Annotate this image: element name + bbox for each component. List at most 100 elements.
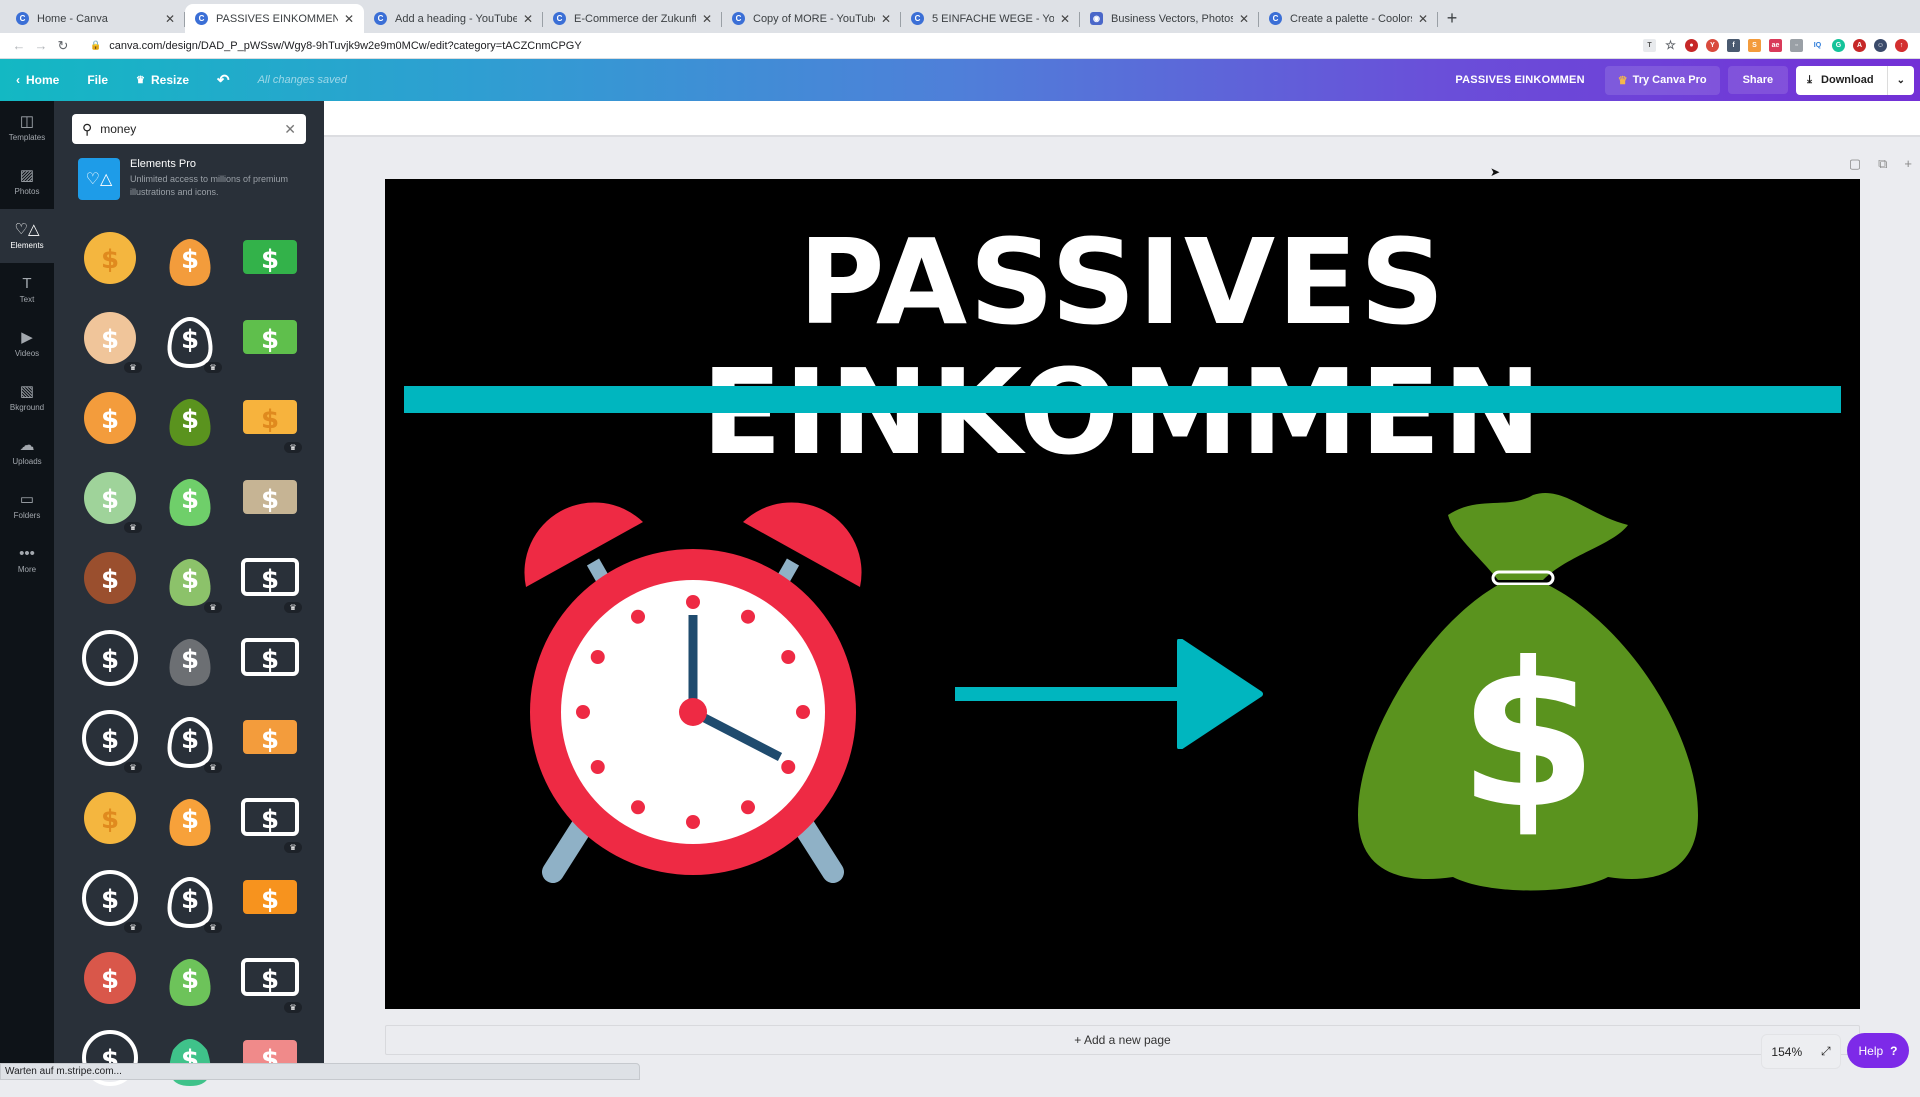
element-thumbnail-orange-coin[interactable]: $ (230, 857, 310, 937)
profile-avatar[interactable]: ☺ (1874, 39, 1887, 52)
url-field[interactable]: 🔒 canva.com/design/DAD_P_pWSsw/Wgy8-9hTu… (90, 40, 1643, 52)
element-thumbnail-growth-chart-coin[interactable]: $ (230, 217, 310, 297)
element-thumbnail-dollar-ring[interactable]: $ ♛ (70, 697, 150, 777)
element-thumbnail-dollar-circle-gray[interactable]: $ (150, 617, 230, 697)
element-thumbnail-money-pattern[interactable]: $ ♛ (70, 457, 150, 537)
browser-tab[interactable]: C 5 EINFACHE WEGE - YouTube ✕ (901, 4, 1080, 33)
add-page-icon[interactable]: + (1904, 156, 1912, 172)
element-thumbnail-raining-money[interactable]: $ ♛ (150, 537, 230, 617)
element-thumbnail-bill-outline-green[interactable]: $ (150, 1017, 230, 1097)
browser-tab[interactable]: C E-Commerce der Zukunft - You ✕ (543, 4, 722, 33)
resize-button[interactable]: ♛ Resize (136, 73, 189, 87)
close-tab-icon[interactable]: ✕ (1060, 12, 1070, 26)
close-tab-icon[interactable]: ✕ (1239, 12, 1249, 26)
element-thumbnail-money-bags-outline[interactable]: $ ♛ (230, 777, 310, 857)
element-thumbnail-bill-stack[interactable]: $ ♛ (70, 857, 150, 937)
element-thumbnail-dollar-sign[interactable]: $ (70, 217, 150, 297)
rail-item-bkground[interactable]: ▧ Bkground (0, 371, 54, 425)
element-thumbnail-bill-coins-outline[interactable]: $ ♛ (150, 857, 230, 937)
rail-item-text[interactable]: T Text (0, 263, 54, 317)
element-thumbnail-bag-hand-over[interactable]: $ (70, 537, 150, 617)
element-thumbnail-cash-with-coin[interactable]: $ (150, 937, 230, 1017)
facebook-extension-icon[interactable]: f (1727, 39, 1740, 52)
rail-item-elements[interactable]: ♡△ Elements (0, 209, 54, 263)
extension-icon[interactable]: Y (1706, 39, 1719, 52)
element-thumbnail-piggy-bank-hand[interactable]: $ (230, 1017, 310, 1097)
adblock-icon[interactable]: A (1853, 39, 1866, 52)
elements-pro-promo[interactable]: ♡△ Elements Pro Unlimited access to mill… (78, 158, 308, 202)
extension-icon[interactable]: ● (1685, 39, 1698, 52)
undo-button[interactable]: ↶ (217, 71, 230, 89)
rail-item-photos[interactable]: ▨ Photos (0, 155, 54, 209)
duplicate-page-icon[interactable]: ⧉ (1878, 156, 1887, 172)
close-tab-icon[interactable]: ✕ (165, 12, 175, 26)
url-text[interactable]: canva.com/design/DAD_P_pWSsw/Wgy8-9hTuvj… (109, 40, 581, 52)
home-button[interactable]: ‹ Home (16, 73, 59, 87)
element-thumbnail-envelope-cash[interactable]: $ (70, 777, 150, 857)
element-thumbnail-banknotes[interactable]: $ (230, 297, 310, 377)
rail-item-folders[interactable]: ▭ Folders (0, 479, 54, 533)
browser-tab[interactable]: C Copy of MORE - YouTube Thum ✕ (722, 4, 901, 33)
back-icon[interactable]: ← (8, 38, 30, 53)
design-canvas[interactable]: PASSIVES EINKOMMEN $ (385, 179, 1860, 1009)
element-thumbnail-plant-hands-outline[interactable]: $ ♛ (230, 937, 310, 1017)
close-tab-icon[interactable]: ✕ (881, 12, 891, 26)
grammarly-icon[interactable]: G (1832, 39, 1845, 52)
right-arrow-graphic[interactable] (955, 639, 1265, 749)
element-thumbnail-coin-pile[interactable]: $ (70, 1017, 150, 1097)
browser-tab[interactable]: C PASSIVES EINKOMMEN - YouT ✕ (185, 4, 364, 33)
iq-extension-icon[interactable]: IQ (1811, 39, 1824, 52)
page-notes-icon[interactable]: ▢ (1849, 156, 1861, 172)
element-thumbnail-hand-giving-cash[interactable]: $ (150, 457, 230, 537)
element-thumbnail-money-bag-outline[interactable]: $ ♛ (150, 297, 230, 377)
close-tab-icon[interactable]: ✕ (344, 12, 354, 26)
element-thumbnail-gold-coins[interactable]: $ (150, 777, 230, 857)
browser-tab[interactable]: C Add a heading - YouTube Thum ✕ (364, 4, 543, 33)
zoom-level[interactable]: 154% (1771, 1045, 1802, 1059)
rail-item-templates[interactable]: ◫ Templates (0, 101, 54, 155)
extension-icon[interactable]: S (1748, 39, 1761, 52)
help-button[interactable]: Help ? (1847, 1033, 1909, 1068)
clear-search-icon[interactable]: ✕ (284, 121, 296, 138)
share-button[interactable]: Share (1727, 66, 1789, 94)
extension-icon[interactable]: ▫ (1790, 39, 1803, 52)
element-thumbnail-beige-money-bag[interactable]: $ (230, 457, 310, 537)
forward-icon[interactable]: → (30, 38, 52, 53)
alarm-clock-graphic[interactable] (518, 487, 868, 887)
download-options-chevron-icon[interactable]: ⌄ (1888, 66, 1914, 95)
bookmark-star-icon[interactable]: ☆ (1664, 39, 1677, 52)
document-title[interactable]: PASSIVES EINKOMMEN (1455, 74, 1584, 86)
element-thumbnail-green-money-bag[interactable]: $ (150, 377, 230, 457)
download-button[interactable]: ⤓ Download (1796, 65, 1888, 95)
zoom-control[interactable]: 154% ⤢ (1762, 1035, 1840, 1068)
close-tab-icon[interactable]: ✕ (1418, 12, 1428, 26)
teal-divider-bar[interactable] (404, 386, 1841, 413)
element-thumbnail-purse[interactable]: $ (70, 937, 150, 1017)
close-tab-icon[interactable]: ✕ (702, 12, 712, 26)
browser-tab[interactable]: ◉ Business Vectors, Photos and ✕ (1080, 4, 1259, 33)
element-thumbnail-piggy-bank[interactable]: $ (70, 617, 150, 697)
browser-tab[interactable]: C Home - Canva ✕ (6, 4, 185, 33)
element-thumbnail-hand-coin-stack-outline[interactable]: $ ♛ (150, 697, 230, 777)
extension-icon[interactable]: ae (1769, 39, 1782, 52)
close-tab-icon[interactable]: ✕ (523, 12, 533, 26)
browser-tab[interactable]: C Create a palette - Coolors ✕ (1259, 4, 1438, 33)
element-thumbnail-money-plant-hands[interactable]: $ ♛ (70, 297, 150, 377)
element-thumbnail-hand-coins-stack[interactable]: $ (70, 377, 150, 457)
reload-icon[interactable]: ↻ (52, 38, 74, 54)
element-thumbnail-coin-rising-arrow[interactable]: $ (230, 697, 310, 777)
element-thumbnail-coins-in-hand[interactable]: $ (150, 217, 230, 297)
add-new-page-button[interactable]: + Add a new page (385, 1025, 1860, 1055)
update-icon[interactable]: ↑ (1895, 39, 1908, 52)
element-thumbnail-coin-stack[interactable]: $ ♛ (230, 377, 310, 457)
rail-item-more[interactable]: ••• More (0, 533, 54, 587)
rail-item-videos[interactable]: ▶ Videos (0, 317, 54, 371)
new-tab-button[interactable]: + (1438, 4, 1466, 33)
element-search-input[interactable] (100, 122, 285, 136)
try-canva-pro-button[interactable]: ♛ Try Canva Pro (1604, 65, 1720, 95)
money-bag-graphic[interactable]: $ (1358, 475, 1698, 895)
rail-item-uploads[interactable]: ☁ Uploads (0, 425, 54, 479)
element-thumbnail-cash-outline[interactable]: $ ♛ (230, 537, 310, 617)
element-thumbnail-rocket[interactable]: $ (230, 617, 310, 697)
fullscreen-icon[interactable]: ⤢ (1821, 1044, 1831, 1059)
